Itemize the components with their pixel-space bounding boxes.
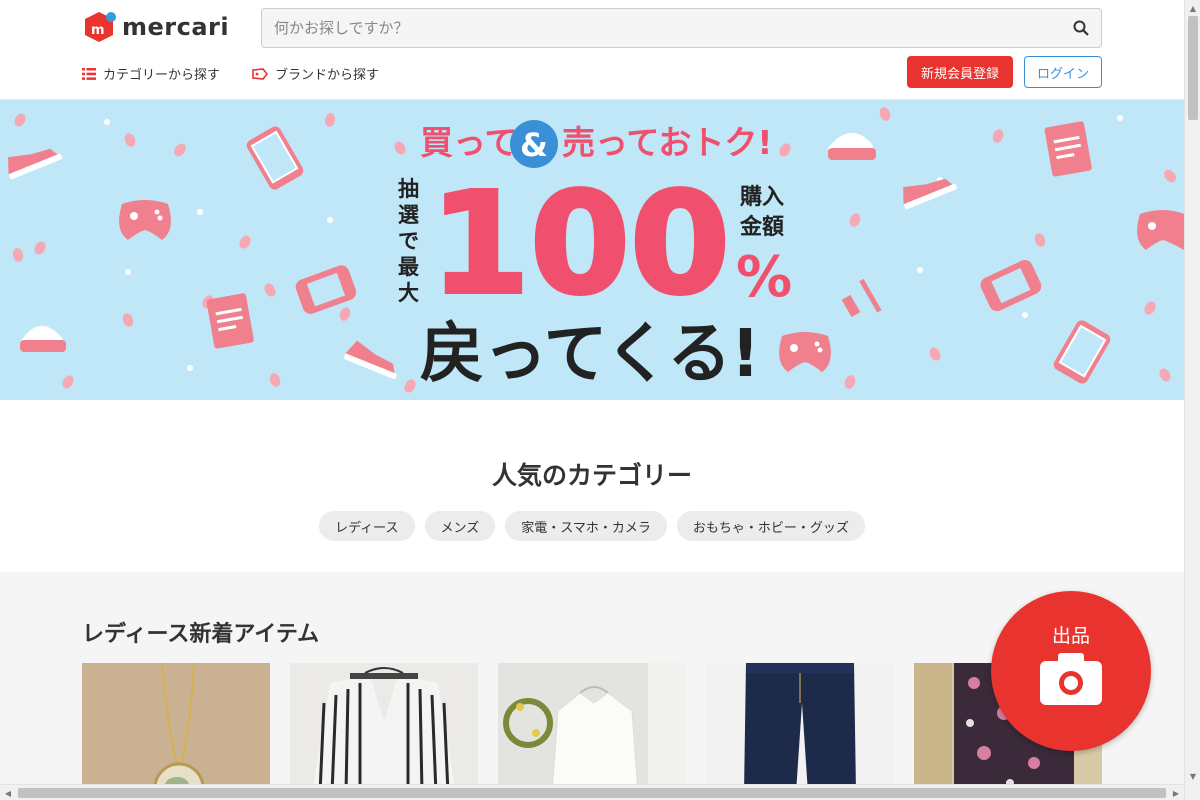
mercari-logo-mark: m: [85, 12, 116, 42]
search-bar: [261, 8, 1102, 48]
sneaker-illustration-bottom: [343, 340, 397, 380]
horizontal-scrollbar[interactable]: ◀ ▶: [0, 784, 1184, 800]
banner-left-char-1: 抽: [398, 177, 419, 201]
mercari-logo[interactable]: m mercari: [82, 10, 229, 44]
banner-artwork: 買って & 売っておトク! 抽 選 で 最 大 100 購入 金額 % 戻ってく…: [8, 107, 1184, 393]
banner-right-text-2: 金額: [739, 214, 784, 240]
cap-illustration-1: [20, 325, 66, 352]
book-illustration-2: [1044, 121, 1092, 177]
banner-right-text-1: 購入: [740, 185, 784, 210]
banner-percent: %: [736, 245, 792, 310]
gamepad-illustration-3: [1137, 210, 1184, 250]
item-card-necklace[interactable]: [82, 663, 270, 793]
camera-icon: [1040, 653, 1102, 705]
item-thumbnail-white-blouse: [498, 663, 686, 793]
horizontal-scroll-thumb[interactable]: [18, 788, 1166, 798]
logo-text: mercari: [122, 13, 230, 41]
campaign-banner[interactable]: 買って & 売っておトク! 抽 選 で 最 大 100 購入 金額 % 戻ってく…: [0, 100, 1184, 400]
list-icon: [82, 67, 96, 80]
banner-bottom-text: 戻ってくる!: [420, 315, 760, 392]
phone-illustration-1: [246, 126, 304, 190]
nav-category-label: カテゴリーから探す: [103, 68, 221, 83]
search-input[interactable]: [262, 9, 1061, 47]
banner-left-char-5: 大: [398, 281, 419, 305]
page: m mercari カテゴリーから探す: [0, 0, 1200, 800]
item-card-striped-cardigan[interactable]: [290, 663, 478, 793]
register-button[interactable]: 新規会員登録: [907, 56, 1013, 88]
nav-brand-link[interactable]: ブランドから探す: [252, 64, 379, 83]
vertical-scrollbar[interactable]: ▲ ▼: [1184, 0, 1200, 800]
book-illustration-1: [206, 293, 254, 349]
category-chip-ladies[interactable]: レディース: [319, 511, 415, 541]
sneaker-illustration-left: [8, 148, 63, 180]
handheld-console-1: [295, 265, 357, 314]
sell-button[interactable]: 出品: [991, 591, 1151, 751]
banner-left-char-3: で: [398, 229, 419, 253]
item-thumbnail-denim-jeans: [706, 663, 894, 793]
tag-icon: [252, 67, 268, 80]
popular-categories-section: 人気のカテゴリー レディース メンズ 家電・スマホ・カメラ おもちゃ・ホビー・グ…: [0, 400, 1184, 572]
scroll-down-arrow[interactable]: ▼: [1185, 768, 1200, 784]
vertical-scroll-thumb[interactable]: [1188, 16, 1198, 120]
cap-illustration-2: [828, 132, 876, 160]
banner-line1-b: 売っておトク!: [562, 123, 772, 162]
search-button[interactable]: [1061, 9, 1101, 47]
popular-categories-title: 人気のカテゴリー: [491, 461, 692, 490]
category-chip-electronics[interactable]: 家電・スマホ・カメラ: [505, 511, 667, 541]
item-card-white-blouse[interactable]: [498, 663, 686, 793]
nav-category-link[interactable]: カテゴリーから探す: [82, 64, 220, 83]
banner-left-char-2: 選: [398, 203, 419, 227]
gamepad-illustration-1: [119, 200, 171, 240]
login-button[interactable]: ログイン: [1024, 56, 1102, 88]
cosmetics-illustration: [841, 278, 882, 318]
item-thumbnail-striped-cardigan: [290, 663, 478, 793]
banner-left-char-4: 最: [398, 255, 420, 279]
item-card-denim-jeans[interactable]: [706, 663, 894, 793]
banner-big-number: 100: [430, 163, 730, 326]
banner-ampersand: &: [520, 126, 548, 164]
scroll-right-arrow[interactable]: ▶: [1168, 785, 1184, 800]
scroll-left-arrow[interactable]: ◀: [0, 785, 16, 800]
ladies-new-items-title: レディース新着アイテム: [82, 622, 320, 647]
sneaker-illustration-right: [903, 178, 958, 210]
site-header: m mercari カテゴリーから探す: [0, 0, 1184, 100]
banner-line1-a: 買って: [420, 123, 517, 162]
category-chips: レディース メンズ 家電・スマホ・カメラ おもちゃ・ホビー・グッズ: [0, 511, 1184, 541]
gamepad-illustration-2: [779, 332, 831, 372]
search-icon: [1073, 20, 1089, 36]
nav-brand-label: ブランドから探す: [275, 68, 380, 83]
category-chip-toys-hobbies[interactable]: おもちゃ・ホビー・グッズ: [676, 511, 865, 541]
phone-illustration-2: [1053, 320, 1111, 384]
sell-button-label: 出品: [1051, 625, 1090, 647]
item-thumbnail-necklace: [82, 663, 270, 793]
category-chip-mens[interactable]: メンズ: [424, 511, 496, 541]
scroll-up-arrow[interactable]: ▲: [1185, 0, 1200, 16]
handheld-console-2: [980, 260, 1042, 312]
svg-text:m: m: [91, 23, 105, 38]
